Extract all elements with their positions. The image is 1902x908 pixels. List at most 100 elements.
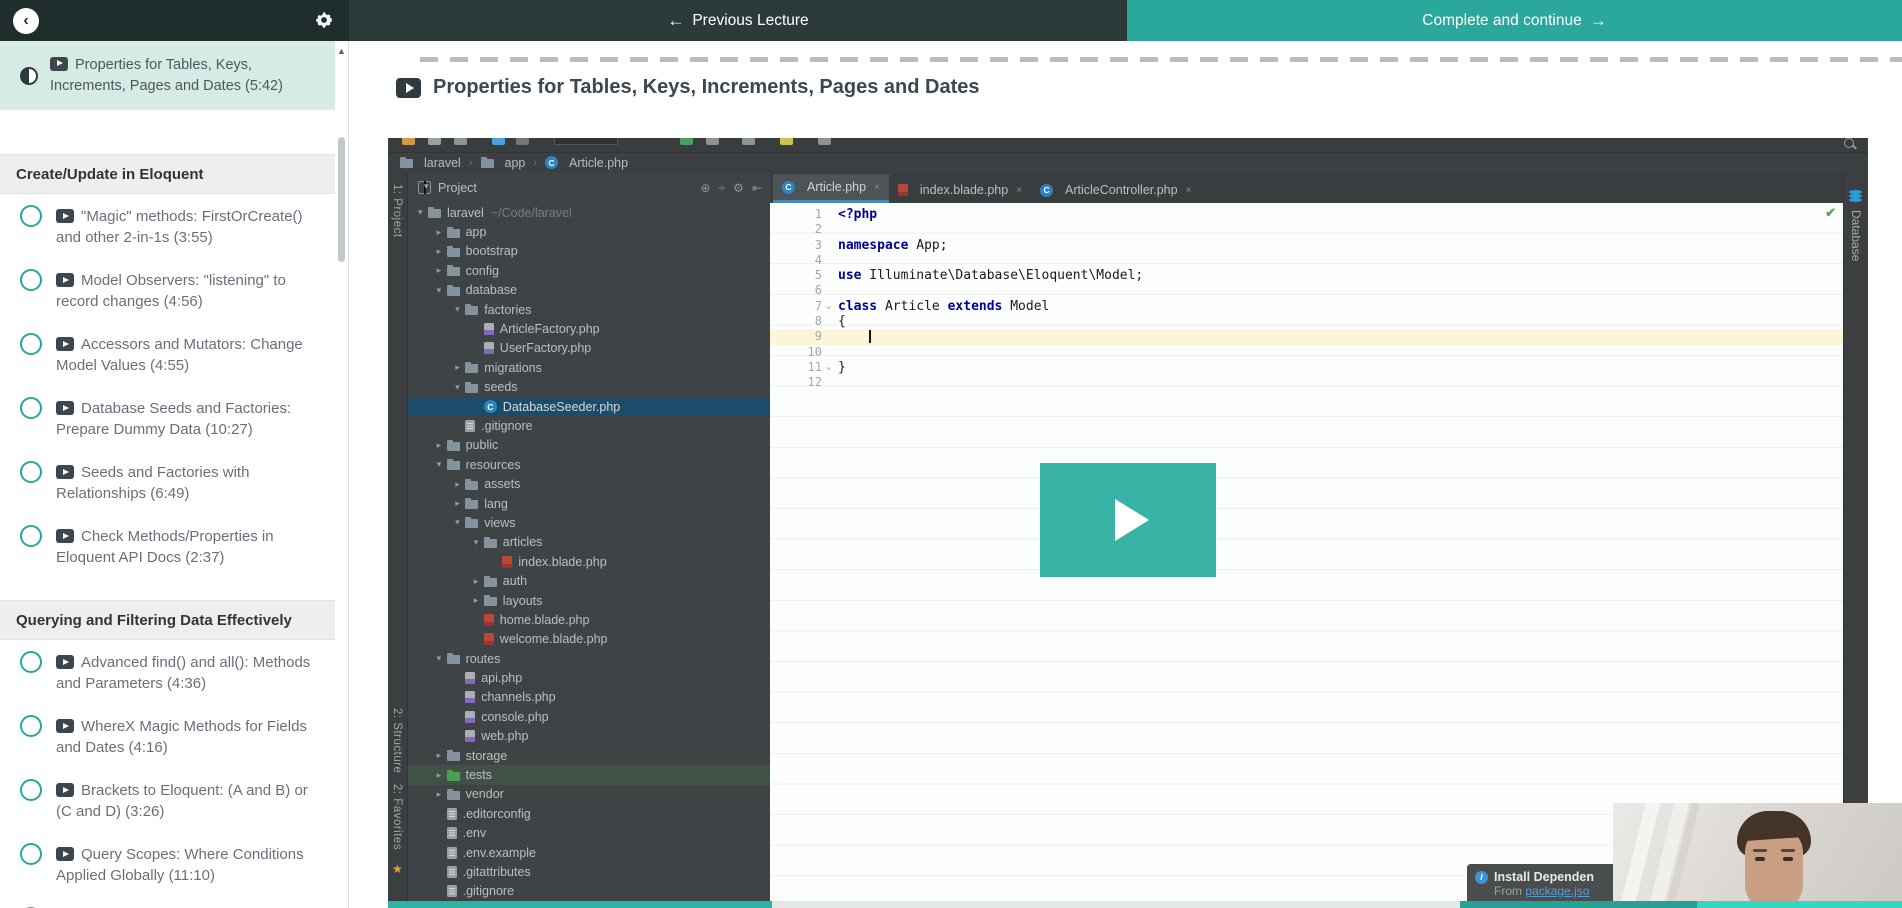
tool-button-database[interactable]: Database (1849, 210, 1863, 261)
breadcrumb-laravel[interactable]: laravel (400, 156, 461, 170)
save-icon[interactable] (428, 138, 441, 145)
fold-marker-icon[interactable]: ⌄ (826, 299, 836, 314)
sidebar-item-lecture[interactable]: Check Methods/Properties in Eloquent API… (0, 514, 335, 578)
debug-icon[interactable] (706, 138, 719, 145)
chevron-expanded-icon[interactable]: ▾ (437, 285, 447, 296)
tree-row[interactable]: .env (408, 824, 770, 843)
sidebar-scroll-up-arrow[interactable]: ▲ (337, 46, 347, 56)
sidebar-item-lecture[interactable]: "Magic" methods: FirstOrCreate() and oth… (0, 194, 335, 258)
chevron-collapsed-icon[interactable]: ▸ (437, 770, 447, 781)
chevron-expanded-icon[interactable]: ▾ (418, 207, 428, 218)
open-folder-icon[interactable] (402, 138, 415, 145)
tool-button-favorites[interactable]: 2: Favorites (391, 784, 403, 850)
grid-icon[interactable] (818, 138, 831, 145)
tree-row[interactable]: ArticleFactory.php (408, 319, 770, 338)
chevron-expanded-icon[interactable]: ▾ (437, 653, 447, 664)
tree-row[interactable]: ▸public (408, 436, 770, 455)
lecture-incomplete-circle[interactable] (20, 397, 42, 419)
chevron-collapsed-icon[interactable]: ▸ (437, 440, 447, 451)
panel-tool-icon[interactable]: ÷ (719, 181, 726, 195)
chevron-collapsed-icon[interactable]: ▸ (474, 576, 484, 587)
breadcrumb-Article.php[interactable]: CArticle.php (545, 156, 628, 170)
tree-row[interactable]: ▸layouts (408, 591, 770, 610)
tree-row[interactable]: ▾laravel~/Code/laravel (408, 203, 770, 222)
panel-tool-icon[interactable]: ⊕ (701, 181, 711, 195)
lecture-incomplete-circle[interactable] (20, 525, 42, 547)
sidebar-scrollbar-thumb[interactable] (338, 137, 345, 262)
lecture-incomplete-circle[interactable] (20, 333, 42, 355)
fold-marker-icon[interactable]: ⌄ (826, 360, 836, 375)
sync-icon[interactable] (454, 138, 467, 145)
sidebar-item-lecture[interactable]: Accessors and Mutators: Change Model Val… (0, 322, 335, 386)
tree-row[interactable]: CDatabaseSeeder.php (408, 397, 770, 416)
tool-button-project[interactable]: 1: Project (391, 184, 403, 238)
tree-row[interactable]: ▸auth (408, 571, 770, 590)
chevron-collapsed-icon[interactable]: ▸ (437, 246, 447, 257)
chevron-collapsed-icon[interactable]: ▸ (455, 362, 465, 373)
tool-button-structure[interactable]: 2: Structure (391, 708, 403, 773)
sidebar-item-lecture[interactable]: Brackets to Eloquent: (A and B) or (C an… (0, 768, 335, 832)
video-progress-bar[interactable] (388, 901, 1902, 908)
tree-row[interactable]: channels.php (408, 688, 770, 707)
chevron-collapsed-icon[interactable]: ▸ (455, 498, 465, 509)
tree-row[interactable]: ▾seeds (408, 378, 770, 397)
tree-row[interactable]: UserFactory.php (408, 339, 770, 358)
panel-tool-icon[interactable]: ⇤ (752, 181, 762, 195)
close-icon[interactable]: × (1186, 185, 1192, 196)
tree-row[interactable]: .env.example (408, 843, 770, 862)
video-play-button[interactable] (1040, 463, 1216, 577)
back-arrow-icon[interactable] (492, 138, 505, 145)
editor-tab-ArticleController.php[interactable]: CArticleController.php× (1031, 177, 1200, 203)
tree-row[interactable]: ▾database (408, 281, 770, 300)
video-player[interactable]: laravel›app›CArticle.php 1: Project 2: S… (388, 138, 1868, 908)
coverage-icon[interactable] (742, 138, 755, 145)
tree-row[interactable]: ▾views (408, 513, 770, 532)
chevron-expanded-icon[interactable]: ▾ (455, 304, 465, 315)
run-icon[interactable] (680, 138, 693, 145)
back-button[interactable]: ‹ (13, 8, 39, 34)
chevron-collapsed-icon[interactable]: ▸ (474, 595, 484, 606)
tree-row[interactable]: ▸vendor (408, 785, 770, 804)
tree-row[interactable]: ▸lang (408, 494, 770, 513)
forward-arrow-icon[interactable] (516, 138, 529, 145)
tree-row[interactable]: .gitignore (408, 882, 770, 901)
chevron-collapsed-icon[interactable]: ▸ (437, 227, 447, 238)
tree-row[interactable]: ▾routes (408, 649, 770, 668)
lecture-incomplete-circle[interactable] (20, 651, 42, 673)
sidebar-item-lecture[interactable]: Seeds and Factories with Relationships (… (0, 450, 335, 514)
tree-row[interactable]: ▸app (408, 222, 770, 241)
sidebar-item-lecture[interactable]: Model Observers: "listening" to record c… (0, 258, 335, 322)
chevron-collapsed-icon[interactable]: ▸ (437, 750, 447, 761)
tree-row[interactable]: ▾resources (408, 455, 770, 474)
editor-tab-Article.php[interactable]: CArticle.php× (773, 174, 889, 203)
sidebar-item-lecture[interactable]: Eloquent when(): More Elegant if- (0, 896, 335, 908)
sidebar-item-lecture[interactable]: Advanced find() and all(): Methods and P… (0, 640, 335, 704)
chevron-collapsed-icon[interactable]: ▸ (437, 789, 447, 800)
lecture-incomplete-circle[interactable] (20, 461, 42, 483)
lecture-incomplete-circle[interactable] (20, 205, 42, 227)
tree-row[interactable]: ▸assets (408, 474, 770, 493)
tree-row[interactable]: welcome.blade.php (408, 630, 770, 649)
tree-row[interactable]: index.blade.php (408, 552, 770, 571)
tree-row[interactable]: ▸storage (408, 746, 770, 765)
panel-tool-icon[interactable]: ⚙ (733, 181, 744, 195)
tree-row[interactable]: ▸migrations (408, 358, 770, 377)
tree-row[interactable]: ▾factories (408, 300, 770, 319)
chevron-collapsed-icon[interactable]: ▸ (437, 265, 447, 276)
tree-row[interactable]: web.php (408, 727, 770, 746)
complete-and-continue-button[interactable]: Complete and continue → (1127, 0, 1902, 41)
chevron-expanded-icon[interactable]: ▾ (455, 517, 465, 528)
sidebar-item-lecture[interactable]: Query Scopes: Where Conditions Applied G… (0, 832, 335, 896)
chevron-expanded-icon[interactable]: ▾ (437, 459, 447, 470)
lecture-incomplete-circle[interactable] (20, 715, 42, 737)
tree-row[interactable]: ▸config (408, 261, 770, 280)
tree-row[interactable]: console.php (408, 707, 770, 726)
lecture-incomplete-circle[interactable] (20, 269, 42, 291)
tree-row[interactable]: ▸bootstrap (408, 242, 770, 261)
tree-row[interactable]: api.php (408, 668, 770, 687)
close-icon[interactable]: × (874, 182, 880, 193)
settings-gear-button[interactable] (314, 10, 334, 30)
current-lecture-item[interactable]: Properties for Tables, Keys, Increments,… (0, 41, 335, 110)
lecture-incomplete-circle[interactable] (20, 843, 42, 865)
tree-row[interactable]: .editorconfig (408, 804, 770, 823)
